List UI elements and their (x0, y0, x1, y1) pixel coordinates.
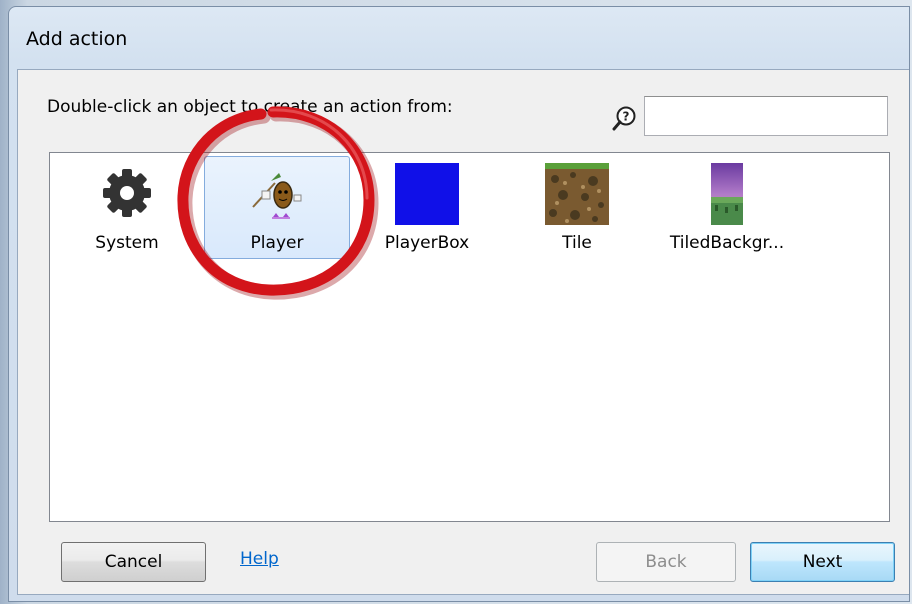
add-action-dialog: Add action Double-click an object to cre… (8, 6, 910, 602)
instruction-text: Double-click an object to create an acti… (47, 97, 453, 117)
blue-square-icon (395, 163, 459, 225)
gear-icon (103, 169, 151, 217)
object-list[interactable]: System Player PlayerBox Tile TiledBackgr… (49, 152, 890, 522)
cancel-button[interactable]: Cancel (61, 542, 206, 582)
dialog-title: Add action (26, 28, 128, 50)
object-item-playerbox[interactable]: PlayerBox (354, 156, 500, 259)
tiled-background-icon (711, 163, 743, 225)
object-item-system[interactable]: System (54, 156, 200, 259)
help-link[interactable]: Help (240, 549, 279, 569)
object-label: TiledBackgr... (669, 233, 785, 253)
dialog-content: Double-click an object to create an acti… (17, 69, 909, 595)
dirt-tile-icon (545, 163, 609, 225)
search-help-icon[interactable]: ? (612, 105, 638, 131)
search-input[interactable] (644, 96, 888, 136)
object-item-tile[interactable]: Tile (504, 156, 650, 259)
next-button[interactable]: Next (750, 542, 895, 582)
object-item-player[interactable]: Player (204, 156, 350, 259)
object-item-tiledbackground[interactable]: TiledBackgr... (654, 156, 800, 259)
svg-text:?: ? (623, 110, 630, 124)
back-button[interactable]: Back (596, 542, 736, 582)
player-sprite-icon (252, 173, 302, 219)
